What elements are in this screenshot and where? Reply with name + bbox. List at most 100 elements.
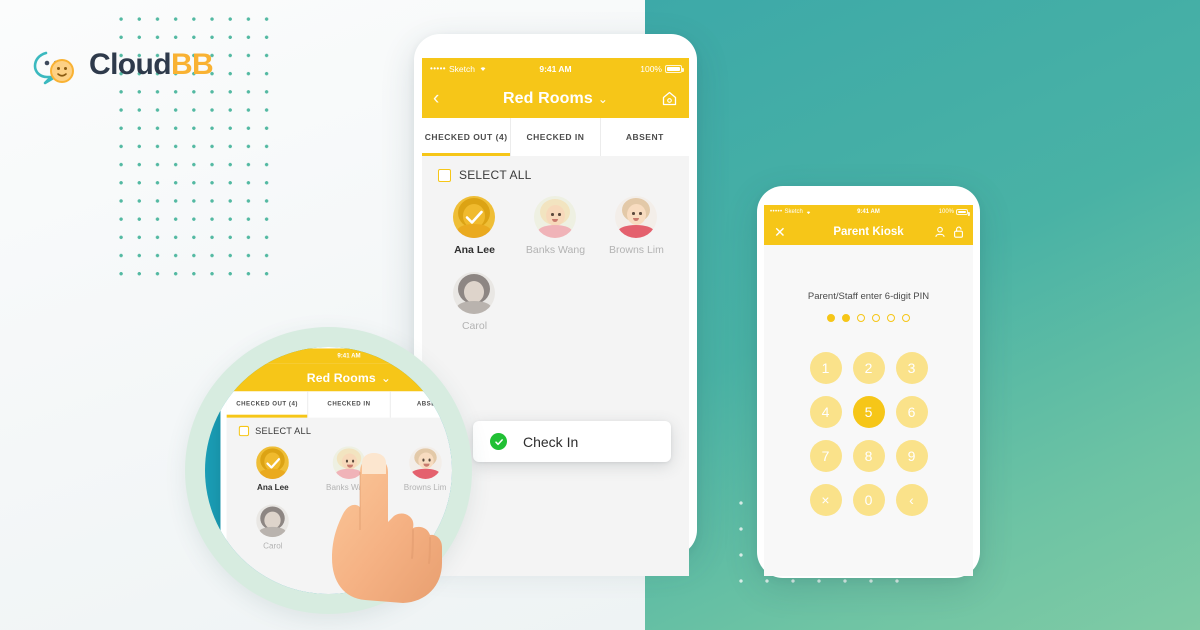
checkbox-unchecked-icon[interactable]: [438, 168, 451, 182]
tab-label: CHECKED OUT: [424, 132, 493, 142]
tab-checked-out[interactable]: CHECKED OUT (4): [422, 118, 512, 156]
tab-label: ABSENT: [625, 132, 664, 142]
nav-bar-main: ‹ Red Rooms ⌄: [422, 79, 689, 118]
logo-text-bb: BB: [170, 48, 214, 81]
page-title: Red Rooms: [306, 370, 376, 385]
carrier-label: Sketch: [247, 352, 267, 360]
brand-logo[interactable]: CloudBB: [33, 44, 214, 86]
pin-dot: [827, 314, 835, 322]
key-8[interactable]: 8: [852, 440, 885, 472]
key-0[interactable]: 0: [852, 484, 885, 516]
phone-kiosk-frame: ••••• Sketch 9:41 AM 100% ✕ Parent Kiosk: [757, 186, 980, 578]
child-name: Ana Lee: [454, 244, 495, 256]
signal-dots-icon: •••••: [430, 64, 447, 73]
child-card-browns-lim[interactable]: Browns Lim: [596, 196, 677, 256]
close-x-icon[interactable]: ✕: [774, 225, 786, 239]
key-6[interactable]: 6: [895, 396, 928, 428]
children-grid: Ana Lee Banks Wang Browns Lim Carol: [422, 196, 689, 348]
pin-dot: [887, 314, 895, 322]
kiosk-body: Parent/Staff enter 6-digit PIN 1 2 3 4 5…: [764, 245, 973, 576]
status-bar-magnified: ••••• Sketch 9:41 AM 100%: [226, 348, 452, 364]
key-3[interactable]: 3: [895, 352, 928, 384]
status-bar-kiosk: ••••• Sketch 9:41 AM 100%: [764, 205, 973, 219]
battery-full-icon: [665, 64, 684, 73]
key-4[interactable]: 4: [809, 396, 842, 428]
child-name: Browns Lim: [609, 244, 664, 256]
avatar: [453, 196, 496, 238]
child-card-banks-wang[interactable]: Banks Wang: [515, 196, 596, 256]
tab-label: CHECKED IN: [526, 132, 585, 142]
tab-checked-out[interactable]: CHECKED OUT (4): [226, 391, 309, 418]
pin-dot: [902, 314, 910, 322]
selected-check-overlay: [256, 446, 290, 479]
chevron-down-icon[interactable]: ⌄: [598, 92, 608, 106]
pin-dot: [842, 314, 850, 322]
avatar: [534, 196, 577, 238]
tab-count: (4): [495, 132, 508, 142]
tab-checked-in[interactable]: CHECKED IN: [511, 118, 601, 156]
child-card-carol[interactable]: Carol: [235, 504, 311, 550]
battery-percent-label: 100%: [433, 352, 449, 360]
select-all-label: SELECT ALL: [459, 168, 532, 182]
pin-dots-indicator: [764, 314, 973, 322]
page-title: Red Rooms: [503, 89, 593, 107]
avatar: [453, 272, 496, 314]
battery-percent-label: 100%: [938, 209, 954, 215]
home-icon[interactable]: [446, 370, 452, 384]
chevron-left-icon[interactable]: ‹: [433, 89, 439, 108]
pin-dot: [857, 314, 865, 322]
chevron-down-icon[interactable]: ⌄: [381, 370, 391, 384]
select-all-label: SELECT ALL: [255, 425, 312, 437]
avatar: [256, 446, 290, 479]
battery-full-icon: [956, 209, 970, 216]
pin-dot: [872, 314, 880, 322]
tab-checked-in[interactable]: CHECKED IN: [309, 391, 391, 418]
check-in-label: Check In: [523, 433, 579, 450]
signal-dots-icon: •••••: [770, 209, 783, 215]
person-icon[interactable]: [934, 226, 946, 238]
select-all-row[interactable]: SELECT ALL: [422, 168, 689, 196]
lock-open-icon[interactable]: [953, 226, 964, 238]
wifi-icon: [805, 207, 812, 217]
carrier-label: Sketch: [449, 63, 476, 74]
chevron-left-icon[interactable]: ‹: [235, 370, 240, 384]
poster-canvas: CloudBB ••••• Sketch 9:41 AM 100% ‹ Red …: [0, 0, 1200, 630]
child-card-carol[interactable]: Carol: [434, 272, 515, 332]
key-backspace[interactable]: ‹: [895, 484, 928, 516]
avatar: [256, 504, 290, 538]
avatar: [615, 196, 658, 238]
check-circle-icon: [490, 433, 507, 450]
child-card-ana-lee[interactable]: Ana Lee: [434, 196, 515, 256]
key-5[interactable]: 5: [852, 396, 885, 428]
pin-keypad: 1 2 3 4 5 6 7 8 9 × 0 ‹: [764, 352, 973, 516]
carrier-label: Sketch: [784, 209, 803, 215]
key-clear[interactable]: ×: [809, 484, 842, 516]
tab-bar-magnified: CHECKED OUT (4) CHECKED IN ABSENT: [226, 391, 452, 418]
nav-bar-kiosk: ✕ Parent Kiosk: [764, 219, 973, 245]
child-name: Banks Wang: [525, 244, 586, 256]
key-1[interactable]: 1: [809, 352, 842, 384]
cloud-smiley-icon: [33, 44, 81, 86]
wifi-icon: [478, 64, 488, 74]
tab-absent[interactable]: ABSENT: [601, 118, 689, 156]
status-bar-main: ••••• Sketch 9:41 AM 100%: [422, 58, 689, 79]
tab-bar-main: CHECKED OUT (4) CHECKED IN ABSENT: [422, 118, 689, 156]
key-7[interactable]: 7: [809, 440, 842, 472]
child-name: Carol: [461, 320, 488, 332]
child-name: Carol: [263, 541, 283, 551]
pointing-hand-icon: [318, 430, 453, 605]
check-in-popup[interactable]: Check In: [473, 421, 671, 462]
key-9[interactable]: 9: [895, 440, 928, 472]
home-icon[interactable]: [661, 90, 678, 107]
tab-absent[interactable]: ABSENT: [390, 391, 452, 418]
child-card-ana-lee[interactable]: Ana Lee: [235, 446, 311, 492]
signal-dots-icon: •••••: [232, 352, 246, 360]
logo-text-cloud: Cloud: [89, 48, 172, 81]
child-name: Ana Lee: [256, 483, 289, 493]
phone-kiosk-screen: ••••• Sketch 9:41 AM 100% ✕ Parent Kiosk: [764, 205, 973, 576]
key-2[interactable]: 2: [852, 352, 885, 384]
selected-check-overlay: [453, 196, 496, 238]
nav-bar-magnified: ‹ Red Rooms ⌄: [226, 363, 452, 392]
pin-prompt-label: Parent/Staff enter 6-digit PIN: [807, 291, 930, 302]
checkbox-unchecked-icon[interactable]: [238, 425, 250, 437]
